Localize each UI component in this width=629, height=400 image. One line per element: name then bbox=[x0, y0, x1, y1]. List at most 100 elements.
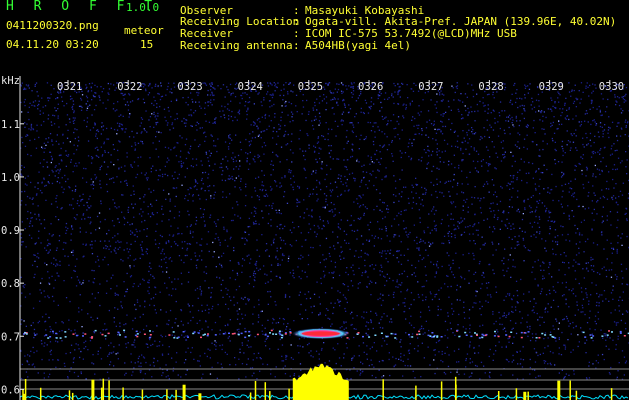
noise-pixel bbox=[251, 137, 254, 139]
noise-pixel bbox=[84, 218, 86, 220]
noise-pixel bbox=[531, 162, 534, 165]
noise-pixel bbox=[299, 148, 301, 150]
noise-pixel bbox=[458, 110, 460, 113]
noise-pixel bbox=[564, 152, 566, 154]
noise-pixel bbox=[172, 187, 174, 189]
noise-pixel bbox=[331, 189, 334, 191]
noise-pixel bbox=[356, 160, 358, 162]
noise-pixel bbox=[425, 296, 427, 298]
noise-pixel bbox=[580, 121, 583, 123]
noise-pixel bbox=[128, 116, 130, 118]
noise-pixel bbox=[508, 206, 511, 208]
noise-pixel bbox=[229, 364, 231, 366]
noise-pixel bbox=[229, 319, 231, 321]
noise-pixel bbox=[159, 175, 161, 177]
noise-pixel bbox=[402, 360, 404, 362]
noise-pixel bbox=[289, 375, 291, 377]
noise-pixel bbox=[467, 107, 469, 110]
noise-pixel bbox=[98, 212, 101, 214]
noise-pixel bbox=[182, 162, 185, 164]
noise-pixel bbox=[512, 155, 514, 157]
noise-pixel bbox=[570, 147, 572, 149]
noise-pixel bbox=[598, 302, 600, 304]
noise-pixel bbox=[365, 311, 368, 313]
noise-pixel bbox=[235, 289, 238, 291]
noise-pixel bbox=[614, 96, 616, 98]
noise-pixel bbox=[274, 301, 276, 303]
noise-pixel bbox=[303, 199, 305, 201]
noise-pixel bbox=[520, 158, 522, 160]
noise-pixel bbox=[79, 281, 81, 283]
noise-pixel bbox=[353, 336, 355, 339]
noise-pixel bbox=[565, 373, 567, 375]
noise-pixel bbox=[605, 345, 607, 347]
noise-pixel bbox=[587, 195, 589, 197]
noise-pixel bbox=[171, 281, 173, 283]
noise-pixel bbox=[164, 146, 167, 148]
noise-pixel bbox=[34, 186, 36, 188]
noise-pixel bbox=[492, 311, 494, 313]
noise-pixel bbox=[93, 184, 95, 186]
noise-pixel bbox=[257, 93, 259, 95]
noise-pixel bbox=[616, 248, 618, 251]
noise-pixel bbox=[310, 246, 312, 249]
noise-pixel bbox=[347, 190, 349, 192]
noise-pixel bbox=[292, 272, 295, 274]
noise-pixel bbox=[344, 165, 346, 168]
noise-pixel bbox=[153, 277, 155, 279]
noise-pixel bbox=[69, 98, 72, 100]
noise-pixel bbox=[405, 186, 407, 188]
noise-pixel bbox=[601, 294, 603, 296]
noise-pixel bbox=[158, 174, 160, 177]
noise-pixel bbox=[261, 234, 263, 236]
noise-pixel bbox=[40, 292, 42, 294]
noise-pixel bbox=[257, 314, 260, 316]
noise-pixel bbox=[272, 328, 274, 330]
noise-pixel bbox=[222, 191, 224, 193]
noise-pixel bbox=[516, 146, 518, 148]
noise-pixel bbox=[486, 287, 488, 289]
noise-pixel bbox=[363, 164, 365, 166]
noise-pixel bbox=[279, 94, 281, 97]
noise-pixel bbox=[180, 320, 182, 322]
noise-pixel bbox=[96, 215, 99, 218]
noise-pixel bbox=[199, 244, 201, 246]
noise-pixel bbox=[562, 190, 564, 192]
noise-pixel bbox=[369, 163, 371, 165]
noise-pixel bbox=[381, 345, 383, 347]
noise-pixel bbox=[314, 231, 316, 233]
noise-pixel bbox=[36, 266, 38, 268]
noise-pixel bbox=[130, 164, 132, 166]
noise-pixel bbox=[76, 202, 78, 205]
noise-pixel bbox=[38, 320, 41, 322]
noise-pixel bbox=[150, 298, 152, 300]
noise-pixel bbox=[610, 276, 613, 278]
noise-pixel bbox=[69, 204, 71, 206]
noise-pixel bbox=[41, 192, 43, 194]
noise-pixel bbox=[618, 97, 620, 99]
noise-pixel bbox=[145, 172, 147, 174]
noise-pixel bbox=[267, 303, 269, 305]
noise-pixel bbox=[589, 139, 591, 141]
noise-pixel bbox=[461, 277, 463, 279]
noise-pixel bbox=[437, 308, 439, 311]
noise-pixel bbox=[263, 195, 265, 197]
noise-pixel bbox=[519, 105, 521, 107]
noise-pixel bbox=[561, 111, 563, 114]
noise-pixel bbox=[218, 239, 220, 241]
noise-pixel bbox=[224, 324, 226, 327]
noise-pixel bbox=[55, 170, 57, 172]
noise-pixel bbox=[444, 334, 446, 337]
noise-pixel bbox=[208, 165, 211, 167]
noise-pixel bbox=[319, 116, 321, 118]
noise-pixel bbox=[578, 282, 580, 285]
noise-pixel bbox=[331, 272, 333, 274]
noise-pixel bbox=[199, 105, 201, 107]
noise-pixel bbox=[90, 221, 92, 223]
noise-pixel bbox=[188, 305, 190, 307]
noise-pixel bbox=[124, 374, 126, 376]
noise-pixel bbox=[447, 214, 449, 216]
noise-pixel bbox=[134, 142, 136, 144]
noise-pixel bbox=[270, 163, 272, 166]
noise-pixel bbox=[299, 201, 301, 203]
